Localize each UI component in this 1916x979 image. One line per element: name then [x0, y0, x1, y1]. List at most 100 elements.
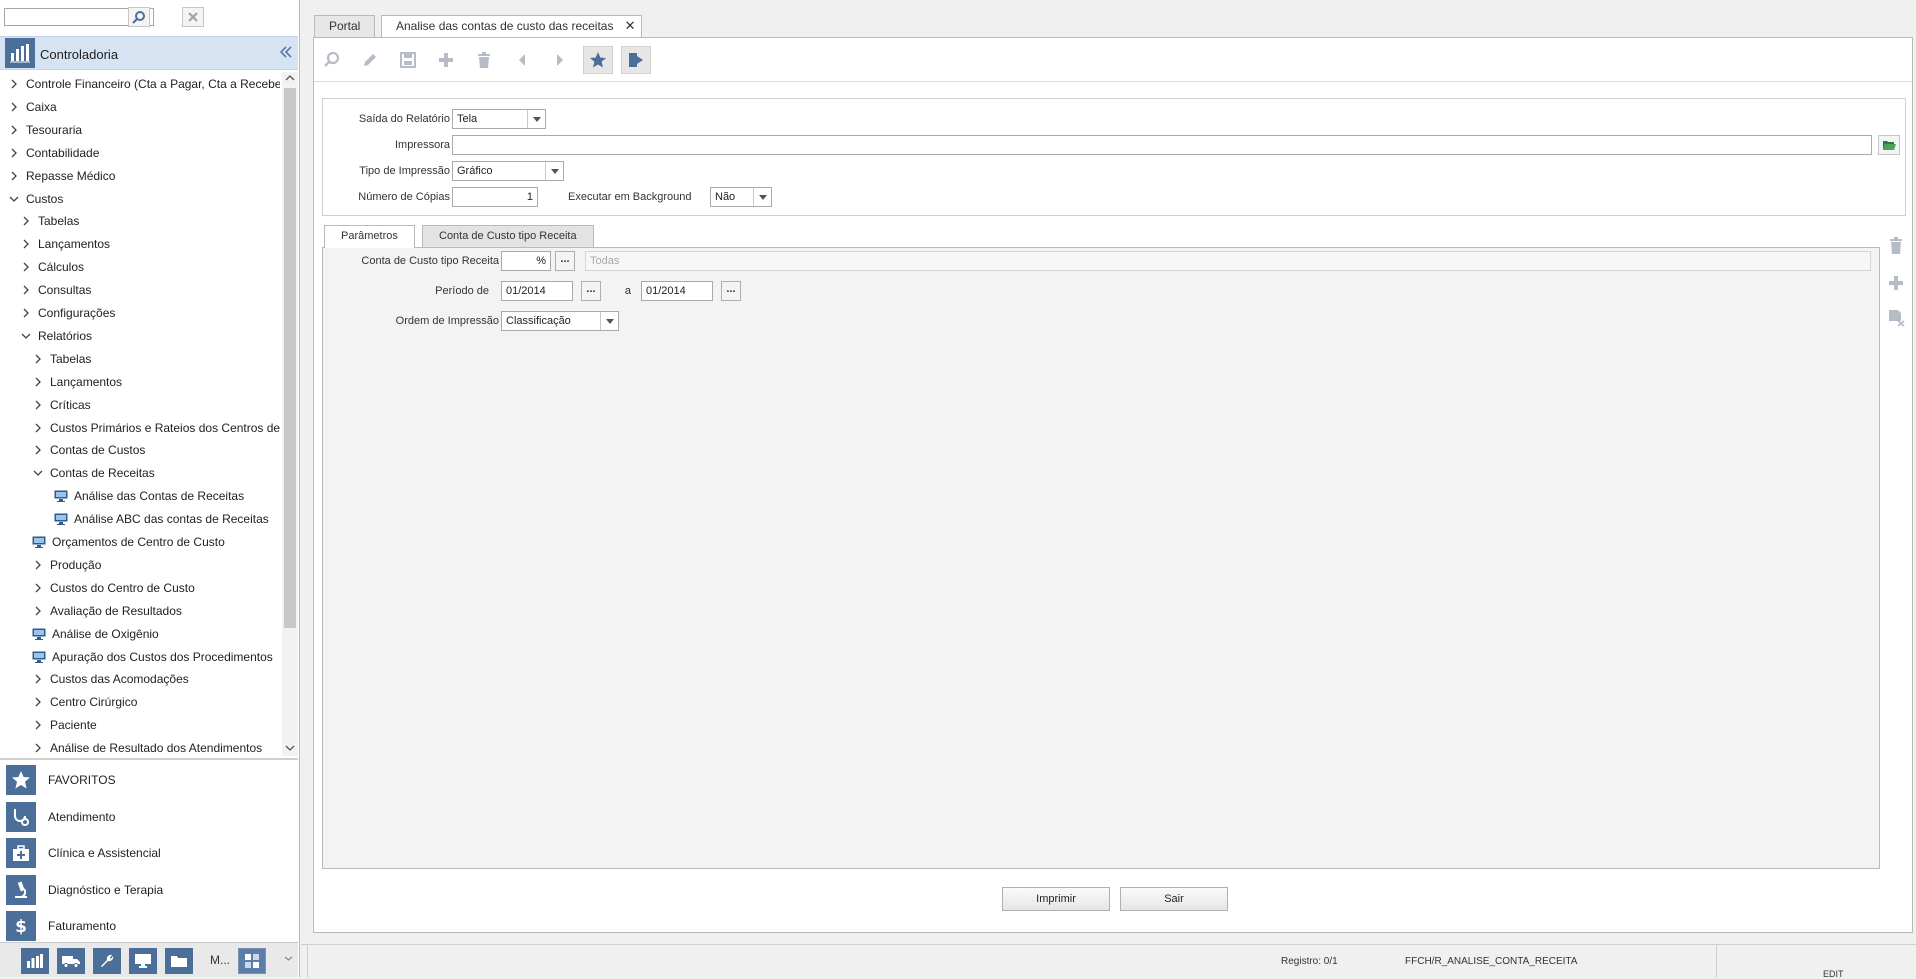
chevron-right-icon[interactable] — [32, 673, 44, 685]
delete-button[interactable] — [469, 46, 499, 74]
add-param-button[interactable] — [1884, 271, 1908, 295]
conta-custo-field[interactable]: % — [501, 251, 551, 271]
chevron-right-icon[interactable] — [20, 261, 32, 273]
folder-icon[interactable] — [165, 948, 193, 974]
periodo-de-field[interactable]: 01/2014 — [501, 281, 573, 301]
tree-item[interactable]: Orçamentos de Centro de Custo — [32, 531, 225, 553]
chevron-down-icon[interactable] — [600, 312, 618, 330]
search-button[interactable] — [128, 7, 150, 27]
previous-button[interactable] — [507, 46, 537, 74]
chevron-right-icon[interactable] — [32, 422, 44, 434]
tree-item[interactable]: Centro Cirúrgico — [32, 691, 137, 713]
tree-item[interactable]: Custos das Acomodações — [32, 668, 189, 690]
module-header[interactable]: Controladoria — [0, 36, 298, 70]
periodo-de-lookup-button[interactable]: ... — [581, 281, 601, 301]
section-splitter[interactable] — [0, 758, 298, 760]
search-record-button[interactable] — [317, 46, 347, 74]
tree-item[interactable]: Análise das Contas de Receitas — [54, 485, 244, 507]
chevron-right-icon[interactable] — [32, 376, 44, 388]
chart-icon[interactable] — [21, 948, 49, 974]
impressora-field[interactable] — [452, 135, 1872, 155]
background-select[interactable]: Não — [710, 187, 772, 207]
scrollbar-thumb[interactable] — [284, 88, 296, 628]
tree-item[interactable]: Contabilidade — [8, 142, 99, 164]
chevron-right-icon[interactable] — [32, 399, 44, 411]
chevron-right-icon[interactable] — [20, 284, 32, 296]
chevron-down-icon[interactable] — [32, 467, 44, 479]
tree-item[interactable]: Lançamentos — [32, 371, 122, 393]
tree-item[interactable]: Custos — [8, 188, 63, 210]
tree-item[interactable]: Paciente — [32, 714, 97, 736]
tree-item[interactable]: Consultas — [20, 279, 91, 301]
chevron-right-icon[interactable] — [8, 147, 20, 159]
tree-scrollbar[interactable] — [282, 72, 298, 756]
chevron-right-icon[interactable] — [8, 124, 20, 136]
chevron-right-icon[interactable] — [20, 238, 32, 250]
periodo-ate-field[interactable]: 01/2014 — [641, 281, 713, 301]
tree-item[interactable]: Avaliação de Resultados — [32, 600, 182, 622]
tab-conta-custo[interactable]: Conta de Custo tipo Receita — [422, 225, 594, 247]
chevron-right-icon[interactable] — [32, 742, 44, 754]
chevron-right-icon[interactable] — [8, 170, 20, 182]
clear-param-button[interactable] — [1884, 306, 1908, 330]
tree-item[interactable]: Produção — [32, 554, 101, 576]
saida-select[interactable]: Tela — [452, 109, 546, 129]
chevron-down-icon[interactable] — [284, 955, 293, 962]
chevron-right-icon[interactable] — [32, 353, 44, 365]
browse-printer-button[interactable] — [1878, 135, 1900, 155]
tree-item[interactable]: Críticas — [32, 394, 91, 416]
chevron-right-icon[interactable] — [32, 559, 44, 571]
tab-parametros[interactable]: Parâmetros — [324, 225, 415, 248]
tree-item[interactable]: Caixa — [8, 96, 57, 118]
truck-icon[interactable] — [57, 948, 85, 974]
close-tab-icon[interactable]: ✕ — [625, 16, 636, 36]
chevron-down-icon[interactable] — [753, 188, 771, 206]
nav-section-item[interactable]: Clínica e Assistencial — [0, 835, 298, 871]
favorite-button[interactable] — [583, 46, 613, 74]
monitor-icon[interactable] — [129, 948, 157, 974]
tree-item[interactable]: Custos do Centro de Custo — [32, 577, 195, 599]
tree-item[interactable]: Relatórios — [20, 325, 92, 347]
chevron-right-icon[interactable] — [32, 605, 44, 617]
add-button[interactable] — [431, 46, 461, 74]
chevron-up-icon[interactable] — [285, 74, 295, 82]
chevron-right-icon[interactable] — [20, 215, 32, 227]
ordem-select[interactable]: Classificação — [501, 311, 619, 331]
tree-item[interactable]: Tesouraria — [8, 119, 82, 141]
next-button[interactable] — [545, 46, 575, 74]
periodo-ate-lookup-button[interactable]: ... — [721, 281, 741, 301]
chevron-down-icon[interactable] — [285, 744, 295, 752]
chevron-right-icon[interactable] — [8, 101, 20, 113]
chevron-right-icon[interactable] — [20, 307, 32, 319]
conta-lookup-button[interactable]: ... — [555, 251, 575, 271]
chevron-down-icon[interactable] — [20, 330, 32, 342]
puzzle-icon[interactable] — [238, 948, 266, 974]
nav-section-item[interactable]: Diagnóstico e Terapia — [0, 872, 298, 908]
copias-field[interactable]: 1 — [452, 187, 538, 207]
clear-search-button[interactable] — [182, 7, 204, 27]
tree-item[interactable]: Custos Primários e Rateios dos Centros d… — [32, 417, 280, 439]
tree-item[interactable]: Contas de Receitas — [32, 462, 155, 484]
nav-section-item[interactable]: FAVORITOS — [0, 762, 298, 798]
save-button[interactable] — [393, 46, 423, 74]
more-modules-label[interactable]: M... — [210, 953, 230, 967]
chevron-right-icon[interactable] — [8, 78, 20, 90]
collapse-panel-icon[interactable] — [280, 45, 292, 59]
tree-item[interactable]: Configurações — [20, 302, 115, 324]
edit-button[interactable] — [355, 46, 385, 74]
chevron-down-icon[interactable] — [527, 110, 545, 128]
tab-analise-contas[interactable]: Analise das contas de custo das receitas… — [381, 15, 643, 37]
chevron-down-icon[interactable] — [545, 162, 563, 180]
tab-portal[interactable]: Portal — [314, 15, 376, 37]
tree-item[interactable]: Controle Financeiro (Cta a Pagar, Cta a … — [8, 73, 280, 95]
tree-item[interactable]: Apuração dos Custos dos Procedimentos — [32, 646, 273, 668]
nav-section-item[interactable]: $ Faturamento — [0, 908, 298, 944]
chevron-right-icon[interactable] — [32, 582, 44, 594]
chevron-right-icon[interactable] — [32, 719, 44, 731]
tree-item[interactable]: Análise de Oxigênio — [32, 623, 159, 645]
tree-item[interactable]: Contas de Custos — [32, 439, 145, 461]
chevron-right-icon[interactable] — [32, 444, 44, 456]
remove-param-button[interactable] — [1884, 234, 1908, 258]
tree-item[interactable]: Repasse Médico — [8, 165, 115, 187]
chevron-right-icon[interactable] — [32, 696, 44, 708]
